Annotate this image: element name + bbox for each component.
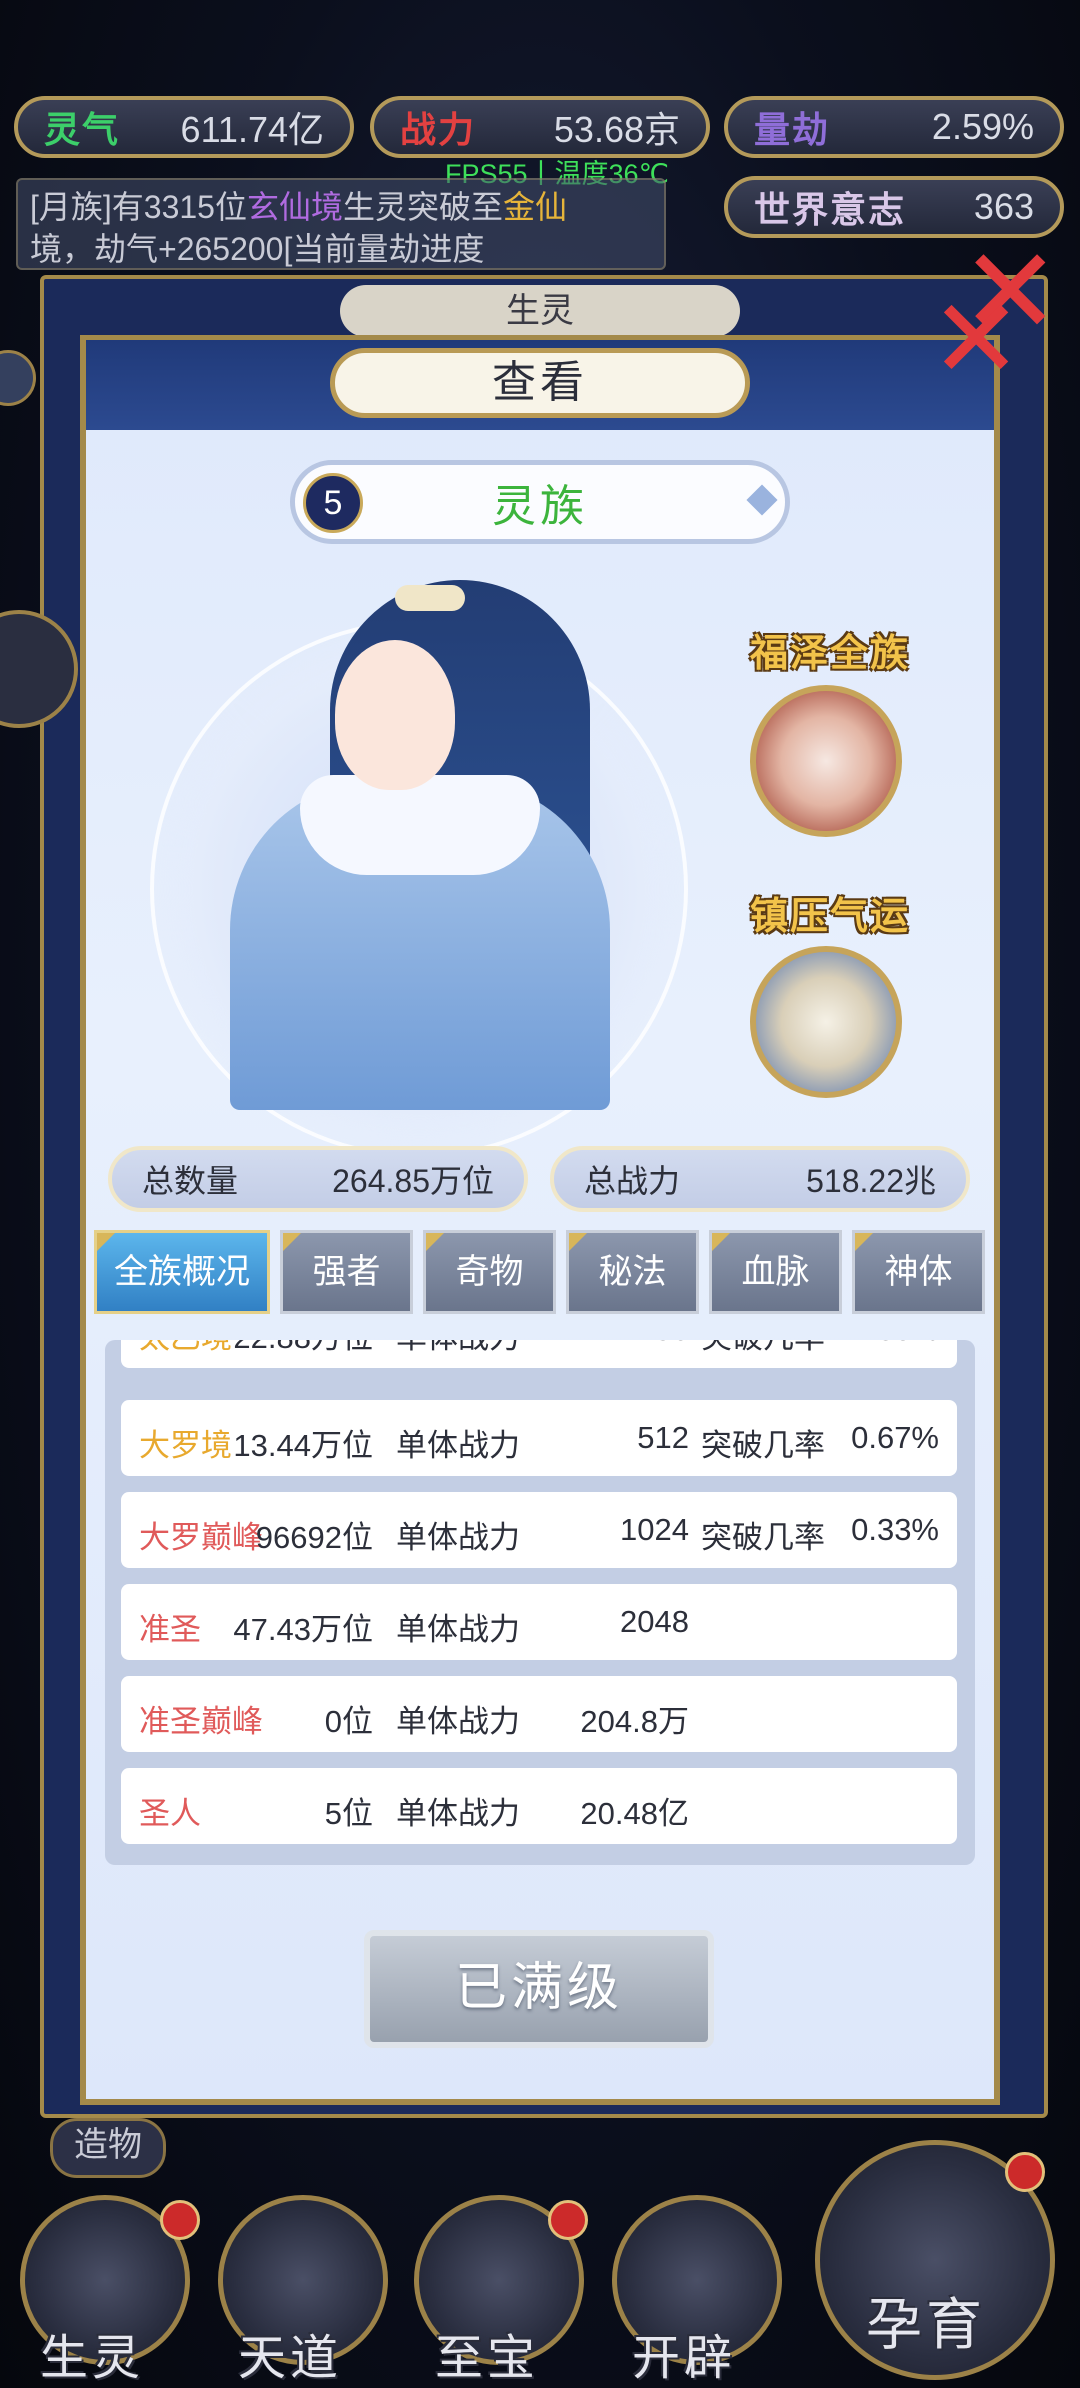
event-log: [月族]有3315位玄仙境生灵突破至金仙 境，劫气+265200[当前量劫进度	[16, 178, 666, 270]
tab-overview[interactable]: 全族概况	[94, 1230, 270, 1314]
row-rate: 0.67%	[851, 1420, 939, 1455]
side-small-icon[interactable]	[0, 350, 36, 406]
stat-zhanli-label: 战力	[400, 109, 477, 150]
row-realm: 太乙境	[139, 1340, 232, 1357]
tab-bloodline[interactable]: 血脉	[709, 1230, 842, 1314]
skill-2-label: 镇压气运	[750, 896, 911, 938]
log-realm: 玄仙境	[246, 189, 343, 225]
stat-liangjie-value: 2.59%	[931, 106, 1034, 147]
row-power-label: 单体战力	[396, 1704, 520, 1739]
row-power-label: 单体战力	[396, 1612, 520, 1647]
race-name: 灵族	[492, 482, 588, 531]
stat-zhanli-value: 53.68京	[553, 109, 680, 150]
tab-bloodline-label: 血脉	[741, 1253, 810, 1291]
realm-row: 大罗境 13.44万位 单体战力 512 突破几率 0.67%	[121, 1400, 957, 1476]
background-panel-title: 生灵	[340, 285, 740, 337]
tab-treasure[interactable]: 奇物	[423, 1230, 556, 1314]
race-next-arrow-icon[interactable]	[746, 484, 778, 516]
temple-icon[interactable]	[750, 946, 902, 1098]
total-count-pill: 总数量 264.85万位	[108, 1146, 528, 1212]
row-count: 5位	[324, 1796, 373, 1831]
tab-strong-label: 强者	[312, 1253, 381, 1291]
tab-treasure-label: 奇物	[455, 1253, 524, 1291]
realm-row: 准圣巅峰 0位 单体战力 204.8万	[121, 1676, 957, 1752]
realm-list[interactable]: 太乙境 22.88万位 单体战力 256 突破几率 1.33% 大罗境 13.4…	[105, 1340, 975, 1865]
row-rate-label: 突破几率	[701, 1340, 825, 1357]
character-hair-ornament	[395, 585, 465, 611]
tab-secret-art-label: 秘法	[598, 1253, 667, 1291]
log-mid: 生灵突破至	[343, 189, 504, 225]
tab-divine-body[interactable]: 神体	[852, 1230, 985, 1314]
row-realm: 圣人	[139, 1796, 201, 1831]
row-count: 96692位	[255, 1520, 373, 1555]
total-count-value: 264.85万位	[332, 1163, 494, 1199]
creation-side-label[interactable]: 造物	[50, 2118, 166, 2178]
row-power: 1024	[620, 1512, 689, 1547]
row-count: 13.44万位	[233, 1428, 373, 1463]
row-power: 256	[637, 1340, 689, 1348]
row-power: 204.8万	[580, 1704, 689, 1739]
skill-1-label: 福泽全族	[750, 633, 911, 675]
row-realm: 准圣巅峰	[139, 1704, 263, 1739]
character-shawl	[300, 775, 540, 875]
panel-title: 查看	[330, 348, 750, 418]
nav-label-zhibao[interactable]: 至宝	[435, 2318, 539, 2388]
event-log-line-2: 境，劫气+265200[当前量劫进度	[30, 231, 485, 267]
nav-notify-dot-1	[160, 2200, 200, 2240]
total-power-label: 总战力	[584, 1163, 681, 1199]
max-level-button[interactable]: 已满级	[364, 1930, 714, 2048]
fortune-orb-icon[interactable]	[750, 685, 902, 837]
event-log-line-1: [月族]有3315位玄仙境生灵突破至金仙	[30, 186, 652, 228]
tab-secret-art[interactable]: 秘法	[566, 1230, 699, 1314]
row-power: 2048	[620, 1604, 689, 1639]
row-rate-label: 突破几率	[701, 1520, 825, 1555]
row-power-label: 单体战力	[396, 1428, 520, 1463]
stat-liangjie-label: 量劫	[754, 109, 831, 150]
stat-lingqi-label: 灵气	[44, 109, 121, 150]
tab-strong[interactable]: 强者	[280, 1230, 413, 1314]
row-realm: 准圣	[139, 1612, 201, 1647]
row-rate: 1.33%	[851, 1340, 939, 1348]
nav-label-kaipi[interactable]: 开辟	[632, 2318, 736, 2388]
row-power: 20.48亿	[580, 1796, 689, 1831]
total-power-pill: 总战力 518.22兆	[550, 1146, 970, 1212]
nav-label-tiandao[interactable]: 天道	[238, 2318, 342, 2388]
row-power-label: 单体战力	[396, 1340, 520, 1357]
realm-row: 大罗巅峰 96692位 单体战力 1024 突破几率 0.33%	[121, 1492, 957, 1568]
race-level-badge: 5	[303, 473, 363, 533]
realm-row: 准圣 47.43万位 单体战力 2048	[121, 1584, 957, 1660]
realm-row: 圣人 5位 单体战力 20.48亿	[121, 1768, 957, 1844]
nav-notify-dot-3	[1005, 2152, 1045, 2192]
race-selector[interactable]: 5 灵族	[290, 460, 790, 544]
nav-label-shengling[interactable]: 生灵	[40, 2318, 144, 2388]
total-power-value: 518.22兆	[806, 1163, 936, 1199]
log-target: 金仙	[503, 189, 568, 225]
tab-overview-label: 全族概况	[114, 1253, 250, 1291]
row-count: 47.43万位	[233, 1612, 373, 1647]
close-icon[interactable]: ✕	[930, 285, 1022, 395]
nav-notify-dot-2	[548, 2200, 588, 2240]
stat-lingqi: 灵气 611.74亿	[14, 96, 354, 158]
nav-label-yunyu[interactable]: 孕育	[866, 2280, 986, 2361]
row-realm: 大罗境	[139, 1428, 232, 1463]
stat-world-will-label: 世界意志	[754, 189, 907, 230]
tab-divine-body-label: 神体	[884, 1253, 953, 1291]
row-power-label: 单体战力	[396, 1796, 520, 1831]
stat-liangjie: 量劫 2.59%	[724, 96, 1064, 158]
stat-zhanli: 战力 53.68京	[370, 96, 710, 158]
stat-lingqi-value: 611.74亿	[180, 109, 324, 150]
row-power-label: 单体战力	[396, 1520, 520, 1555]
row-rate-label: 突破几率	[701, 1428, 825, 1463]
row-count: 22.88万位	[233, 1340, 373, 1357]
character-face	[335, 640, 455, 790]
row-rate: 0.33%	[851, 1512, 939, 1547]
realm-row: 太乙境 22.88万位 单体战力 256 突破几率 1.33%	[121, 1340, 957, 1368]
row-power: 512	[637, 1420, 689, 1455]
row-realm: 大罗巅峰	[139, 1520, 263, 1555]
stat-world-will-value: 363	[973, 186, 1034, 227]
total-count-label: 总数量	[142, 1163, 239, 1199]
row-count: 0位	[324, 1704, 373, 1739]
log-prefix: [月族]有3315位	[30, 189, 247, 225]
